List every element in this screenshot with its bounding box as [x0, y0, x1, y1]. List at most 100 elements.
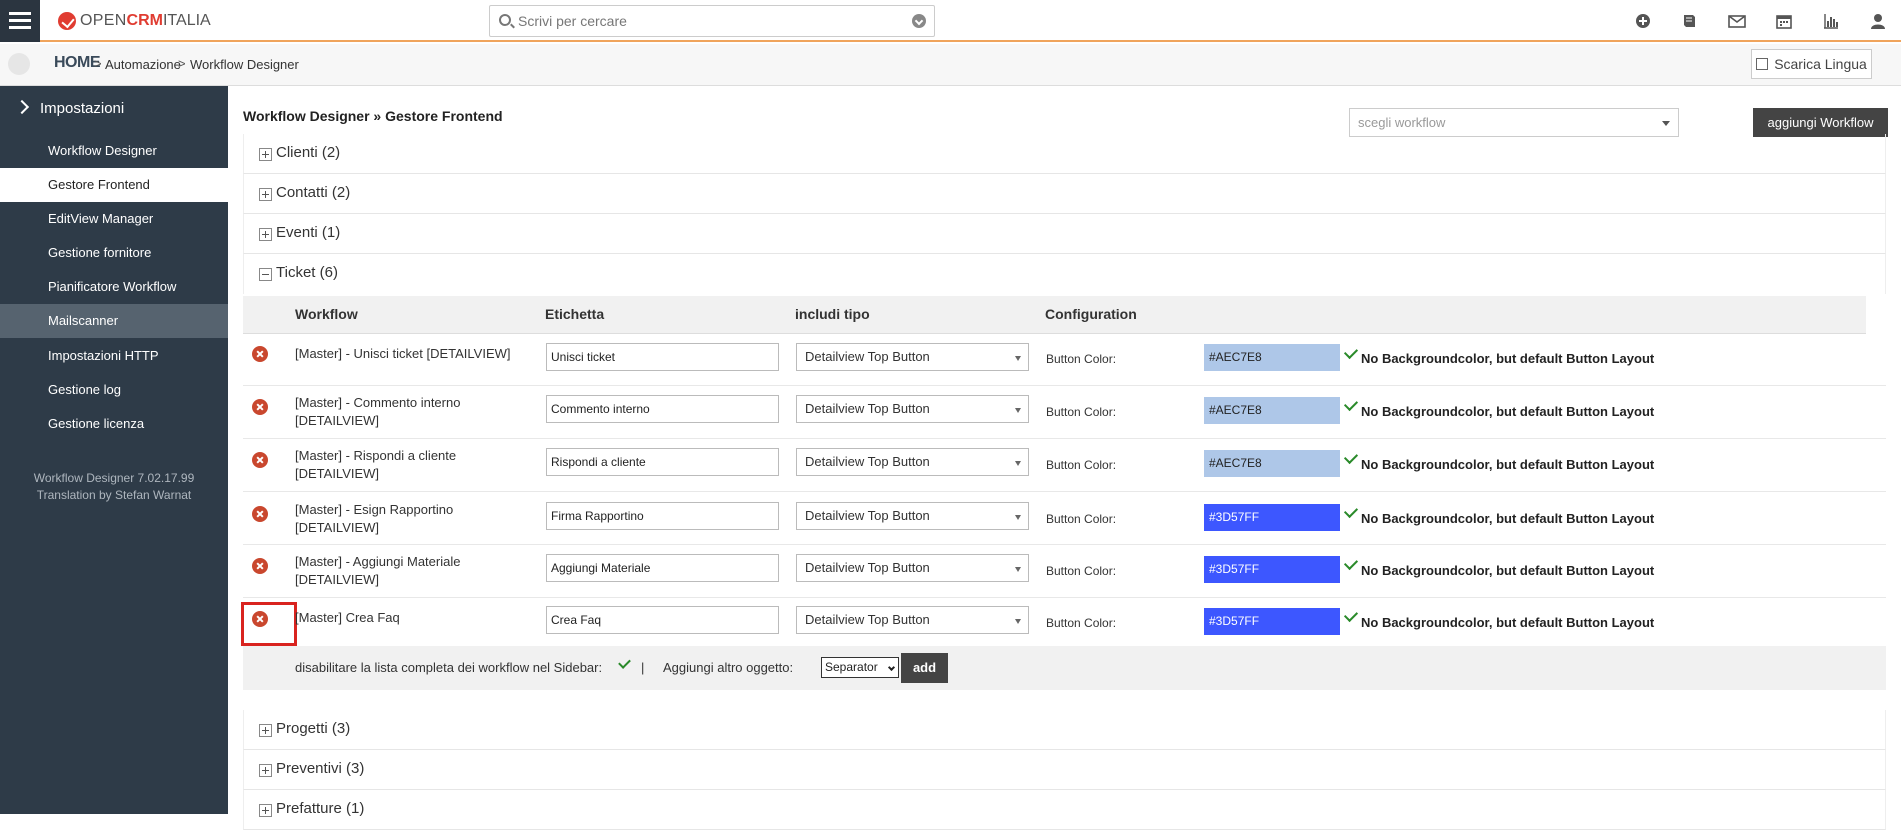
label-input[interactable]: Commento interno	[546, 395, 779, 423]
delete-icon[interactable]	[252, 452, 268, 468]
expand-icon[interactable]	[259, 228, 272, 241]
check-icon[interactable]	[618, 656, 631, 669]
button-color-label: Button Color:	[1046, 512, 1117, 526]
group-label: Eventi (1)	[276, 224, 341, 241]
add-object-button[interactable]: add	[901, 653, 948, 683]
chevron-down-icon	[1015, 619, 1021, 624]
color-input[interactable]: #AEC7E8	[1204, 397, 1340, 424]
group-contatti[interactable]: Contatti (2)	[243, 174, 1886, 214]
label-input[interactable]: Firma Rapportino	[546, 502, 779, 530]
type-select[interactable]: Detailview Top Button	[796, 448, 1029, 476]
add-workflow-button[interactable]: aggiungi Workflow	[1753, 108, 1888, 137]
column-header-workflow: Workflow	[295, 306, 358, 322]
color-input[interactable]: #3D57FF	[1204, 504, 1340, 531]
sidebar-item-gestione-log[interactable]: Gestione log	[0, 373, 228, 407]
type-select[interactable]: Detailview Top Button	[796, 343, 1029, 371]
group-ticket[interactable]: Ticket (6)	[243, 254, 1886, 294]
expand-icon[interactable]	[259, 804, 272, 817]
search-icon	[499, 14, 511, 26]
check-icon[interactable]	[1343, 344, 1359, 360]
delete-icon[interactable]	[252, 506, 268, 522]
user-icon[interactable]	[1869, 13, 1887, 31]
sidebar-item-gestione-fornitore[interactable]: Gestione fornitore	[0, 236, 228, 270]
delete-icon[interactable]	[252, 399, 268, 415]
group-label: Preventivi (3)	[276, 760, 365, 777]
type-select-value: Detailview Top Button	[805, 560, 930, 575]
type-select[interactable]: Detailview Top Button	[796, 395, 1029, 423]
app-logo[interactable]: OPEN CRM ITALIA	[58, 10, 211, 32]
delete-icon[interactable]	[241, 602, 297, 646]
group-clienti[interactable]: Clienti (2)	[243, 134, 1886, 174]
chevron-down-icon	[1015, 567, 1021, 572]
expand-icon[interactable]	[259, 724, 272, 737]
breadcrumb-item-workflow-designer[interactable]: Workflow Designer	[190, 57, 299, 72]
sidebar-item-impostazioni-http[interactable]: Impostazioni HTTP	[0, 339, 228, 373]
global-search	[489, 5, 935, 37]
calendar-icon[interactable]	[1775, 13, 1793, 31]
type-select[interactable]: Detailview Top Button	[796, 606, 1029, 634]
group-eventi[interactable]: Eventi (1)	[243, 214, 1886, 254]
version-text: Workflow Designer 7.02.17.99	[33, 471, 195, 485]
sidebar-item-gestione-licenza[interactable]: Gestione licenza	[0, 407, 228, 441]
sidebar-item-editview-manager[interactable]: EditView Manager	[0, 202, 228, 236]
sidebar-item-gestore-frontend[interactable]: Gestore Frontend	[0, 168, 228, 202]
mail-icon[interactable]	[1728, 13, 1746, 31]
sidebar-item-workflow-designer[interactable]: Workflow Designer	[0, 134, 228, 168]
chevron-down-icon	[1015, 356, 1021, 361]
group-label: Progetti (3)	[276, 720, 351, 737]
group-preventivi[interactable]: Preventivi (3)	[243, 750, 1886, 790]
color-input[interactable]: #3D57FF	[1204, 556, 1340, 583]
sidebar: Impostazioni Workflow Designer Gestore F…	[0, 86, 228, 814]
menu-icon[interactable]	[0, 0, 40, 42]
label-input[interactable]: Aggiungi Materiale	[546, 554, 779, 582]
disable-sidebar-label: disabilitare la lista completa dei workf…	[295, 660, 603, 675]
sidebar-footer: Workflow Designer 7.02.17.99 Translation…	[0, 470, 228, 504]
color-input[interactable]: #AEC7E8	[1204, 450, 1340, 477]
sidebar-header[interactable]: Impostazioni	[0, 99, 228, 124]
sidebar-item-pianificatore-workflow[interactable]: Pianificatore Workflow	[0, 270, 228, 304]
book-icon[interactable]	[1680, 13, 1698, 31]
check-icon[interactable]	[1343, 607, 1359, 623]
collapse-icon[interactable]	[259, 268, 272, 281]
label-input[interactable]: Crea Faq	[546, 606, 779, 634]
workflow-select[interactable]: scegli workflow	[1349, 108, 1679, 137]
type-select[interactable]: Detailview Top Button	[796, 502, 1029, 530]
type-select-value: Detailview Top Button	[805, 454, 930, 469]
group-prefatture[interactable]: Prefatture (1)	[243, 790, 1886, 830]
expand-icon[interactable]	[259, 148, 272, 161]
breadcrumb-separator: >	[178, 56, 186, 71]
check-icon[interactable]	[1343, 503, 1359, 519]
label-input[interactable]: Rispondi a cliente	[546, 448, 779, 476]
table-row: [Master] - Esign Rapportino [DETAILVIEW]…	[243, 492, 1886, 545]
no-background-label: No Backgroundcolor, but default Button L…	[1361, 457, 1655, 472]
sidebar-item-mailscanner[interactable]: Mailscanner	[0, 304, 228, 338]
search-input[interactable]	[518, 10, 898, 32]
type-select[interactable]: Detailview Top Button	[796, 554, 1029, 582]
translation-credit: Translation by Stefan Warnat	[36, 488, 192, 502]
group-progetti[interactable]: Progetti (3)	[243, 710, 1886, 750]
bar-chart-icon[interactable]	[1822, 13, 1840, 31]
color-input[interactable]: #AEC7E8	[1204, 344, 1340, 371]
workflow-name: [Master] Crea Faq	[295, 610, 400, 625]
table-row: [Master] Crea Faq Crea Faq Detailview To…	[241, 598, 1886, 646]
add-circle-icon[interactable]	[1634, 13, 1652, 31]
delete-icon[interactable]	[252, 558, 268, 574]
chevron-down-icon	[1662, 121, 1670, 126]
download-language-button[interactable]: Scarica Lingua	[1751, 49, 1872, 79]
group-label: Prefatture (1)	[276, 800, 365, 817]
home-icon[interactable]	[8, 53, 30, 75]
workflow-name: [Master] - Esign Rapportino [DETAILVIEW]	[295, 502, 454, 535]
delete-icon[interactable]	[252, 346, 268, 362]
check-icon[interactable]	[1343, 396, 1359, 412]
label-input[interactable]: Unisci ticket	[546, 343, 779, 371]
search-options-icon[interactable]	[912, 14, 926, 28]
expand-icon[interactable]	[259, 764, 272, 777]
type-select-value: Detailview Top Button	[805, 401, 930, 416]
check-icon[interactable]	[1343, 555, 1359, 571]
check-icon[interactable]	[1343, 449, 1359, 465]
separator-select[interactable]: Separator	[821, 657, 899, 678]
breadcrumb-item-automazione[interactable]: Automazione	[105, 57, 181, 72]
color-input[interactable]: #3D57FF	[1204, 608, 1340, 635]
chevron-down-icon	[1015, 408, 1021, 413]
expand-icon[interactable]	[259, 188, 272, 201]
